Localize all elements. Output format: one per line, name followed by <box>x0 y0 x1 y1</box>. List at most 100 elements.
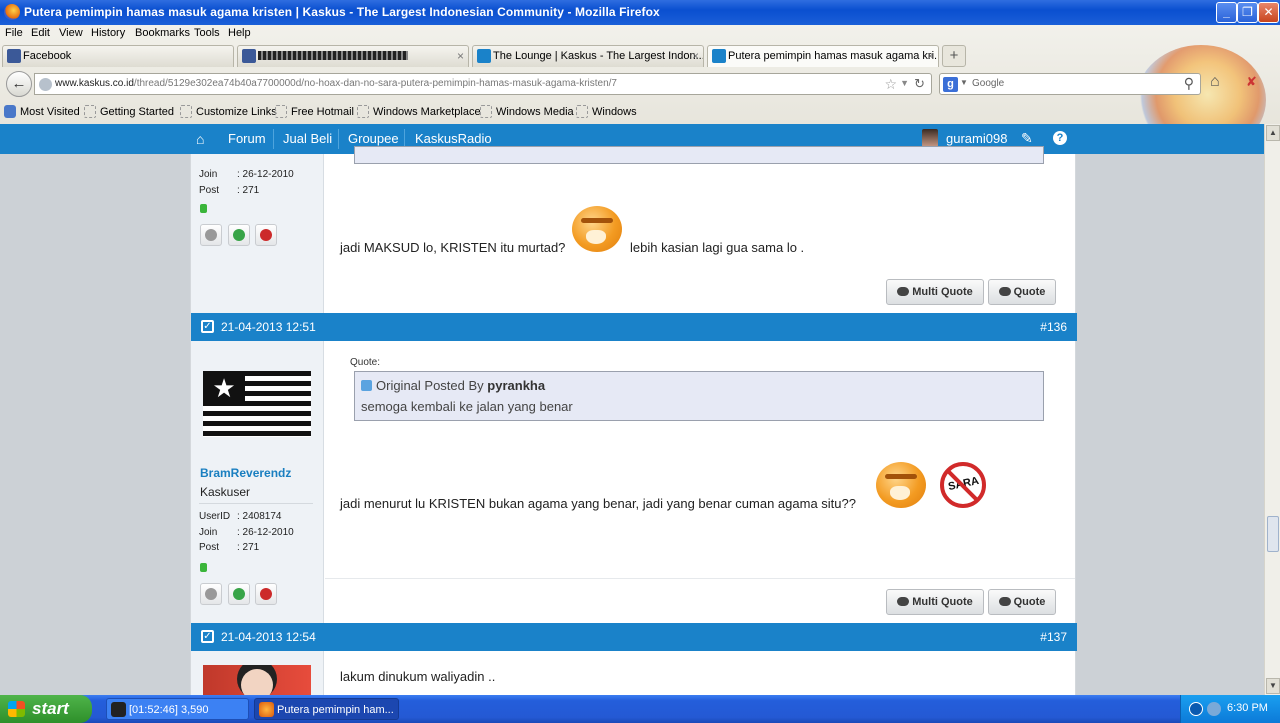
join-label: Join <box>199 527 218 538</box>
start-button[interactable]: start <box>0 695 92 723</box>
tab-facebook-profile[interactable]: × <box>237 45 469 67</box>
vertical-scrollbar[interactable]: ▲ ▼ <box>1264 124 1280 695</box>
tab-close-icon[interactable]: × <box>692 46 699 66</box>
quote-button[interactable]: Quote <box>988 589 1056 615</box>
taskbar-item-terminal[interactable]: [01:52:46] 3,590 <box>106 698 249 720</box>
quote-button[interactable]: Quote <box>988 279 1056 305</box>
volume-icon[interactable] <box>1207 702 1221 716</box>
scroll-thumb[interactable] <box>1267 516 1279 552</box>
search-icon[interactable]: ⚲ <box>1184 75 1194 92</box>
address-bar[interactable]: www.kaskus.co.id/thread/5129e302ea74b40a… <box>34 73 932 95</box>
join-label: Join <box>199 169 218 180</box>
quote-text: semoga kembali ke jalan yang benar <box>361 399 573 414</box>
bookmark-label: Customize Links <box>196 106 277 118</box>
quote-label: Quote: <box>350 357 381 368</box>
multi-quote-button[interactable]: Multi Quote <box>886 589 984 615</box>
checkbox-icon[interactable]: ✓ <box>201 630 214 643</box>
tab-close-icon[interactable]: × <box>927 46 934 66</box>
post-number[interactable]: #136 <box>1040 320 1067 334</box>
google-icon[interactable]: g <box>943 77 958 92</box>
bookmark-getting-started[interactable]: Getting Started <box>84 103 174 121</box>
menu-tools[interactable]: Tools <box>194 27 220 39</box>
view-post-arrow-icon[interactable] <box>361 380 372 391</box>
taskbar-item-firefox[interactable]: Putera pemimpin ham... <box>254 698 399 720</box>
addon-icon[interactable]: ✘ <box>1246 74 1257 90</box>
site-identity-icon[interactable] <box>39 78 52 91</box>
windows-taskbar: start [01:52:46] 3,590 Putera pemimpin h… <box>0 695 1280 723</box>
tab-current-thread[interactable]: Putera pemimpin hamas masuk agama kri...… <box>707 45 939 67</box>
facebook-icon <box>7 49 21 63</box>
quote-box: Original Posted By pyrankha semoga kemba… <box>354 371 1044 421</box>
bookmark-windows-marketplace[interactable]: Windows Marketplace <box>357 103 481 121</box>
add-reputation-button[interactable] <box>228 583 250 605</box>
menu-history[interactable]: History <box>91 27 125 39</box>
search-bar[interactable]: g ▼ Google ⚲ <box>939 73 1201 95</box>
minimize-button[interactable]: _ <box>1216 2 1237 23</box>
task-label: [01:52:46] 3,590 <box>129 704 209 716</box>
menu-file[interactable]: File <box>5 27 23 39</box>
post-number[interactable]: #137 <box>1040 630 1067 644</box>
post-username[interactable]: BramReverendz <box>200 466 291 480</box>
help-icon[interactable]: ? <box>1053 131 1067 145</box>
bookmark-customize-links[interactable]: Customize Links <box>180 103 277 121</box>
post-message: jadi MAKSUD lo, KRISTEN itu murtad? <box>340 240 566 255</box>
engine-dropdown-icon[interactable]: ▼ <box>960 78 968 87</box>
sidebar-divider <box>199 503 313 504</box>
maximize-button[interactable]: ❐ <box>1237 2 1258 23</box>
report-button[interactable] <box>255 224 277 246</box>
bookmark-free-hotmail[interactable]: Free Hotmail <box>275 103 354 121</box>
menu-bookmarks[interactable]: Bookmarks <box>135 27 190 39</box>
nav-forum[interactable]: Forum <box>228 131 266 146</box>
bookmark-windows[interactable]: Windows <box>576 103 637 121</box>
reload-icon[interactable]: ↻ <box>914 76 925 92</box>
nav-jual-beli[interactable]: Jual Beli <box>283 131 332 146</box>
user-avatar[interactable] <box>922 129 938 147</box>
home-icon[interactable]: ⌂ <box>196 131 204 147</box>
bookmark-star-icon[interactable]: ☆ <box>884 76 897 93</box>
user-profile-button[interactable] <box>200 224 222 246</box>
sara-label: SARA <box>947 474 981 494</box>
bookmark-icon <box>480 105 492 118</box>
reputation-icon <box>233 229 245 241</box>
username-link[interactable]: gurami098 <box>946 131 1007 146</box>
scroll-down-icon[interactable]: ▼ <box>1266 678 1280 694</box>
menu-view[interactable]: View <box>59 27 83 39</box>
history-dropdown-icon[interactable]: ▼ <box>900 78 909 88</box>
post-user-sidebar: Join : 26-12-2010 Post : 271 <box>191 154 324 313</box>
address-url: www.kaskus.co.id/thread/5129e302ea74b40a… <box>55 78 617 89</box>
user-avatar-image[interactable] <box>203 665 311 695</box>
quote-prefix: Original Posted By <box>376 378 484 393</box>
bookmark-windows-media[interactable]: Windows Media <box>480 103 574 121</box>
new-tab-button[interactable]: + <box>942 45 966 67</box>
join-value: : 26-12-2010 <box>237 527 294 538</box>
tab-close-icon[interactable]: × <box>457 46 464 66</box>
pencil-icon[interactable]: ✎ <box>1021 130 1033 147</box>
menu-edit[interactable]: Edit <box>31 27 50 39</box>
report-button[interactable] <box>255 583 277 605</box>
close-window-button[interactable]: ✕ <box>1258 2 1279 23</box>
join-value: : 26-12-2010 <box>237 169 294 180</box>
home-icon[interactable]: ⌂ <box>1210 73 1220 91</box>
terminal-icon <box>111 702 126 717</box>
user-avatar-image[interactable]: ★ <box>203 371 311 437</box>
user-profile-button[interactable] <box>200 583 222 605</box>
bookmark-most-visited[interactable]: Most Visited <box>4 103 80 121</box>
tray-chevron-icon[interactable] <box>1189 702 1203 716</box>
scroll-up-icon[interactable]: ▲ <box>1266 125 1280 141</box>
nav-kaskusradio[interactable]: KaskusRadio <box>415 131 492 146</box>
start-label: start <box>32 699 69 718</box>
multi-quote-button[interactable]: Multi Quote <box>886 279 984 305</box>
nav-groupee[interactable]: Groupee <box>348 131 399 146</box>
checkbox-icon[interactable]: ✓ <box>201 320 214 333</box>
tab-the-lounge[interactable]: The Lounge | Kaskus - The Largest Indon.… <box>472 45 704 67</box>
window-title-bar: Putera pemimpin hamas masuk agama kriste… <box>0 0 1280 25</box>
back-button[interactable]: ← <box>6 71 32 97</box>
kaskus-icon <box>477 49 491 63</box>
system-clock[interactable]: 6:30 PM <box>1227 702 1268 714</box>
menu-help[interactable]: Help <box>228 27 251 39</box>
tab-facebook[interactable]: Facebook <box>2 45 234 67</box>
reputation-icon <box>233 588 245 600</box>
add-reputation-button[interactable] <box>228 224 250 246</box>
speech-bubble-icon <box>998 287 1011 296</box>
system-tray: 6:30 PM <box>1180 695 1280 723</box>
